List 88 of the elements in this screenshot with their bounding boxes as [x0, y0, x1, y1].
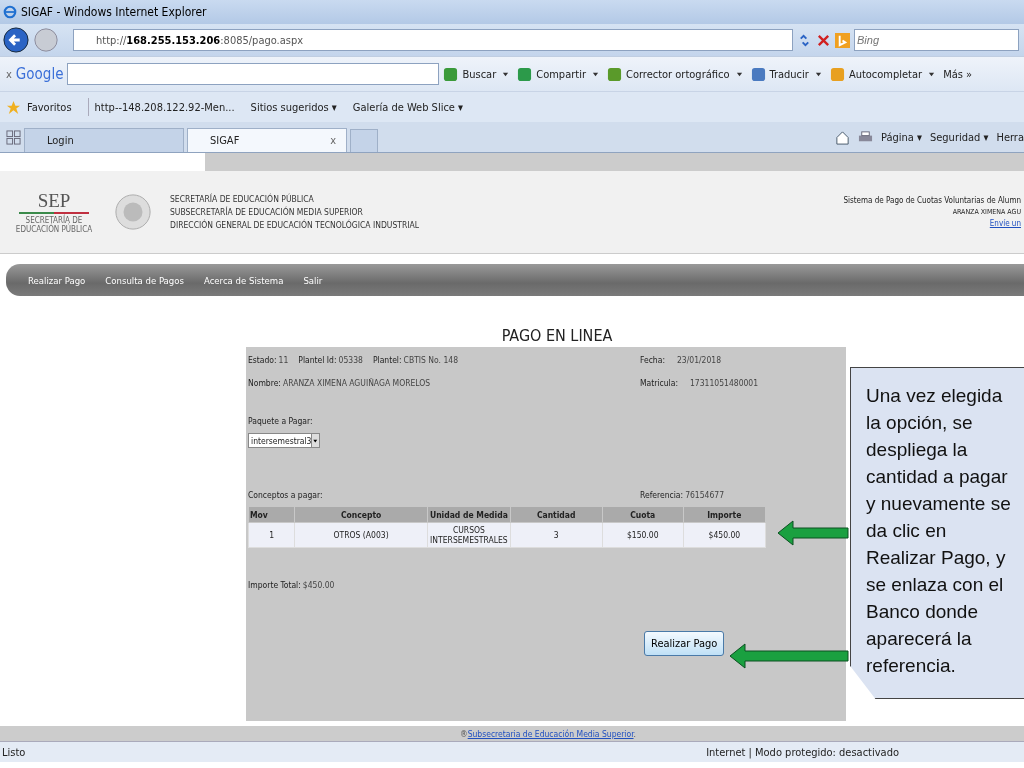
- toolbar-icon[interactable]: [750, 66, 766, 82]
- more-button[interactable]: Más »: [943, 67, 973, 81]
- url-text: http://168.255.153.206:8085/pago.aspx: [96, 33, 304, 47]
- field-value: 76154677: [685, 490, 725, 500]
- field-value: 17311051480001: [690, 378, 759, 390]
- google-logo: Google: [15, 65, 64, 83]
- table-cell: OTROS (A003): [294, 522, 428, 548]
- callout-text: Una vez elegida la opción, se despliega la cantidad a pagar y nuevamente se da clic en Realizar Pago, y se enlaza con el Banco donde aparecerá la referencia.: [866, 384, 1012, 678]
- close-icon[interactable]: [816, 32, 831, 48]
- quick-tabs-icon[interactable]: [6, 129, 21, 145]
- contact-link[interactable]: Envíe un: [989, 219, 1021, 228]
- field-value: CBTIS No. 148: [403, 355, 459, 367]
- field-label: Nombre:: [248, 378, 281, 390]
- field-value: 23/01/2018: [676, 355, 722, 367]
- field-label: Referencia:: [640, 490, 684, 500]
- footer-text: ®Subsecretaria de Educación Media Superior.: [460, 728, 636, 739]
- command-menu[interactable]: Página ▾: [880, 130, 922, 144]
- caret-icon[interactable]: [591, 70, 599, 78]
- seal-icon: [114, 193, 152, 231]
- header-text: DIRECCIÓN GENERAL DE EDUCACIÓN TECNOLÓGICA INDUSTRIAL: [170, 220, 419, 230]
- star-icon: [6, 99, 21, 115]
- table-cell: CURSOS INTERSEMESTRALES: [427, 522, 511, 548]
- column-header: Unidad de Medida: [427, 506, 511, 523]
- close-button[interactable]: x: [6, 67, 12, 81]
- column-header: Cuota: [602, 506, 684, 523]
- table-cell: $450.00: [683, 522, 766, 548]
- window-title: SIGAF - Windows Internet Explorer: [21, 5, 207, 19]
- table-cell: 1: [248, 522, 295, 548]
- toolbar-icon[interactable]: [443, 66, 459, 82]
- caret-icon[interactable]: [735, 70, 743, 78]
- field-value: $450.00: [302, 580, 335, 590]
- toolbar-button[interactable]: Traducir: [769, 67, 809, 81]
- toolbar-icon[interactable]: [517, 66, 533, 82]
- field-label: Matricula:: [640, 378, 678, 390]
- package-dropdown[interactable]: intersemestral3: [248, 433, 320, 448]
- column-header: Importe: [683, 506, 766, 523]
- page-title: PAGO EN LINEA: [500, 326, 614, 345]
- search-field[interactable]: Bing: [854, 29, 1019, 51]
- zone-text: Internet | Modo protegido: desactivado: [706, 745, 899, 759]
- table-cell: 3: [510, 522, 603, 548]
- favorite-link[interactable]: Galería de Web Slice ▾: [352, 100, 464, 114]
- field-label: Plantel Id:: [298, 355, 337, 367]
- column-header: Mov: [248, 506, 295, 523]
- toolbar-button[interactable]: Corrector ortográfico: [625, 67, 730, 81]
- caret-icon[interactable]: [928, 70, 936, 78]
- nav-link[interactable]: Acerca de Sistema: [203, 274, 284, 286]
- status-text: Listo: [2, 745, 26, 759]
- field-label: Estado:: [248, 355, 277, 367]
- field-value: 05338: [338, 355, 363, 367]
- google-search-field[interactable]: [67, 63, 440, 85]
- toolbar-button[interactable]: Buscar: [462, 67, 497, 81]
- pay-button[interactable]: Realizar Pago: [644, 631, 725, 656]
- command-menu[interactable]: Herra: [996, 130, 1024, 144]
- search-engine-icon: [835, 32, 850, 48]
- home-icon[interactable]: [834, 129, 850, 145]
- favorite-link[interactable]: Sitios sugeridos ▾: [250, 100, 337, 114]
- nav-link[interactable]: Salir: [303, 274, 323, 286]
- favorite-link[interactable]: http--148.208.122.92-Men...: [94, 100, 235, 114]
- nav-link[interactable]: Realizar Pago: [28, 274, 86, 286]
- header-text: SUBSECRETARÍA DE EDUCACIÓN MEDIA SUPERIOR: [170, 207, 364, 217]
- toolbar-icon[interactable]: [606, 66, 622, 82]
- system-name: Sistema de Pago de Cuotas Voluntarias de Alumn: [843, 196, 1021, 205]
- browser-tab[interactable]: Login: [24, 128, 184, 152]
- field-label: Fecha:: [640, 355, 665, 367]
- browser-tab[interactable]: SIGAF x: [187, 128, 347, 152]
- field-value: 11: [278, 355, 289, 367]
- field-label: Conceptos a pagar:: [248, 490, 323, 500]
- footer-link[interactable]: Subsecretaria de Educación Media Superior: [467, 728, 634, 739]
- field-value: ARANZA XIMENA AGUIÑAGA MORELOS: [282, 378, 431, 390]
- back-button[interactable]: [3, 27, 29, 53]
- column-header: Concepto: [294, 506, 428, 523]
- caret-icon[interactable]: [502, 70, 510, 78]
- toolbar-button[interactable]: Autocompletar: [848, 67, 923, 81]
- browser-icon: [3, 5, 17, 19]
- column-header: Cantidad: [510, 506, 603, 523]
- toolbar-button[interactable]: Compartir: [536, 67, 586, 81]
- favorites-button[interactable]: Favoritos: [27, 100, 72, 114]
- nav-link[interactable]: Consulta de Pagos: [105, 274, 184, 286]
- table-cell: $150.00: [602, 522, 684, 548]
- header-text: SECRETARÍA DE EDUCACIÓN PÚBLICA: [170, 194, 315, 204]
- command-menu[interactable]: Seguridad ▾: [929, 130, 989, 144]
- field-label: Importe Total:: [248, 580, 301, 590]
- address-field[interactable]: http://168.255.153.206:8085/pago.aspx: [73, 29, 793, 51]
- caret-icon[interactable]: [814, 70, 822, 78]
- field-label: Paquete a Pagar:: [248, 416, 314, 426]
- caret-icon[interactable]: [311, 434, 319, 447]
- sep-logo: SEP SECRETARÍA DE EDUCACIÓN PÚBLICA: [14, 190, 94, 234]
- field-label: Plantel:: [372, 355, 402, 367]
